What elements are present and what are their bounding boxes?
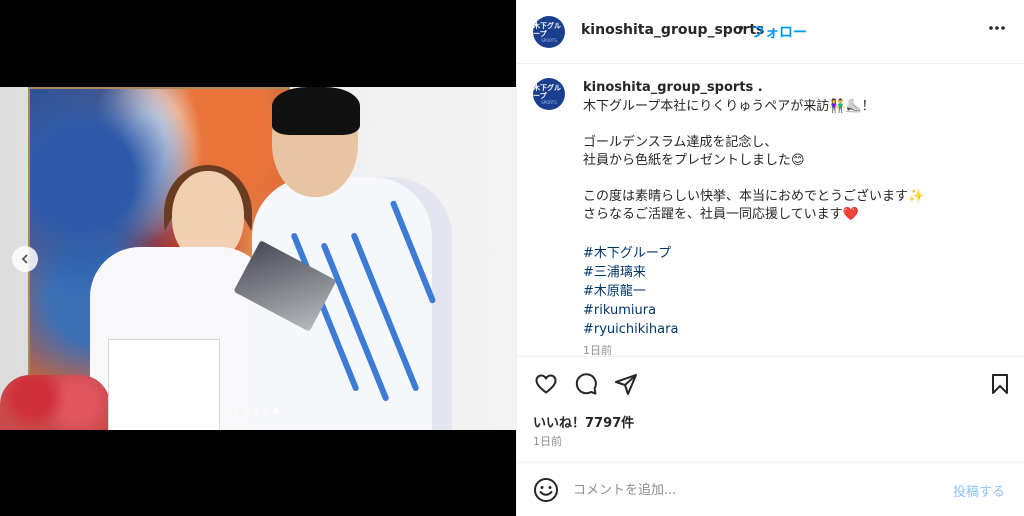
hashtag-link[interactable]: #木原龍一 — [583, 282, 678, 301]
caption-timestamp: 1日前 — [583, 344, 612, 356]
caption-text: 木下グループ本社にりくりゅうペアが来訪👫⛸️！ ゴールデンスラム達成を記念し、 … — [583, 99, 925, 222]
flower-bouquet — [0, 375, 110, 430]
ellipsis-icon — [989, 26, 1005, 30]
post-photo[interactable] — [0, 87, 516, 430]
like-button[interactable] — [533, 371, 559, 397]
save-button[interactable] — [987, 371, 1013, 397]
caption-avatar[interactable]: 木下グループ SPORTS — [533, 78, 565, 110]
post-header: 木下グループ SPORTS kinoshita_group_sports • フ… — [517, 0, 1024, 64]
smiley-icon — [534, 478, 558, 502]
post-media — [0, 0, 516, 516]
carousel-dot — [243, 408, 249, 414]
hashtag-link[interactable]: #三浦璃来 — [583, 263, 678, 282]
caption-username[interactable]: kinoshita_group_sports . — [583, 80, 763, 95]
post-panel: 木下グループ SPORTS kinoshita_group_sports • フ… — [516, 0, 1024, 516]
comment-input[interactable] — [573, 479, 933, 501]
carousel-dot — [253, 408, 259, 414]
emoji-button[interactable] — [533, 477, 559, 503]
share-button[interactable] — [613, 371, 639, 397]
carousel-dot — [233, 408, 239, 414]
separator-dot: • — [737, 21, 746, 37]
hashtag-link[interactable]: #rikumiura — [583, 301, 678, 320]
comment-icon — [575, 373, 597, 395]
hashtag-link[interactable]: #木下グループ — [583, 244, 678, 263]
gift-bag — [108, 339, 220, 430]
carousel-dots — [233, 408, 279, 414]
carousel-dot — [273, 408, 279, 414]
chevron-left-icon — [21, 254, 28, 264]
avatar[interactable]: 木下グループ SPORTS — [533, 16, 565, 48]
follow-button[interactable]: フォロー — [751, 22, 807, 42]
post-comment-button[interactable]: 投稿する — [953, 481, 1005, 500]
share-icon — [615, 374, 637, 395]
comment-bar: 投稿する — [517, 462, 1024, 516]
caption-area[interactable]: 木下グループ SPORTS kinoshita_group_sports . 木… — [517, 64, 1024, 356]
hashtag-link[interactable]: #ryuichikihara — [583, 320, 678, 339]
carousel-prev-button[interactable] — [12, 246, 38, 272]
heart-icon — [535, 374, 557, 394]
like-count[interactable]: いいね！7797件 — [533, 412, 634, 431]
comment-button[interactable] — [573, 371, 599, 397]
hashtag-list: #木下グループ #三浦璃来 #木原龍一 #rikumiura #ryuichikihar… — [583, 244, 678, 339]
more-options-button[interactable] — [987, 18, 1007, 43]
carousel-dot — [263, 408, 269, 414]
post-timestamp[interactable]: 1日前 — [533, 433, 562, 449]
bookmark-icon — [992, 374, 1008, 394]
instagram-post-modal: 木下グループ SPORTS kinoshita_group_sports • フ… — [0, 0, 1024, 516]
action-bar — [517, 356, 1024, 410]
